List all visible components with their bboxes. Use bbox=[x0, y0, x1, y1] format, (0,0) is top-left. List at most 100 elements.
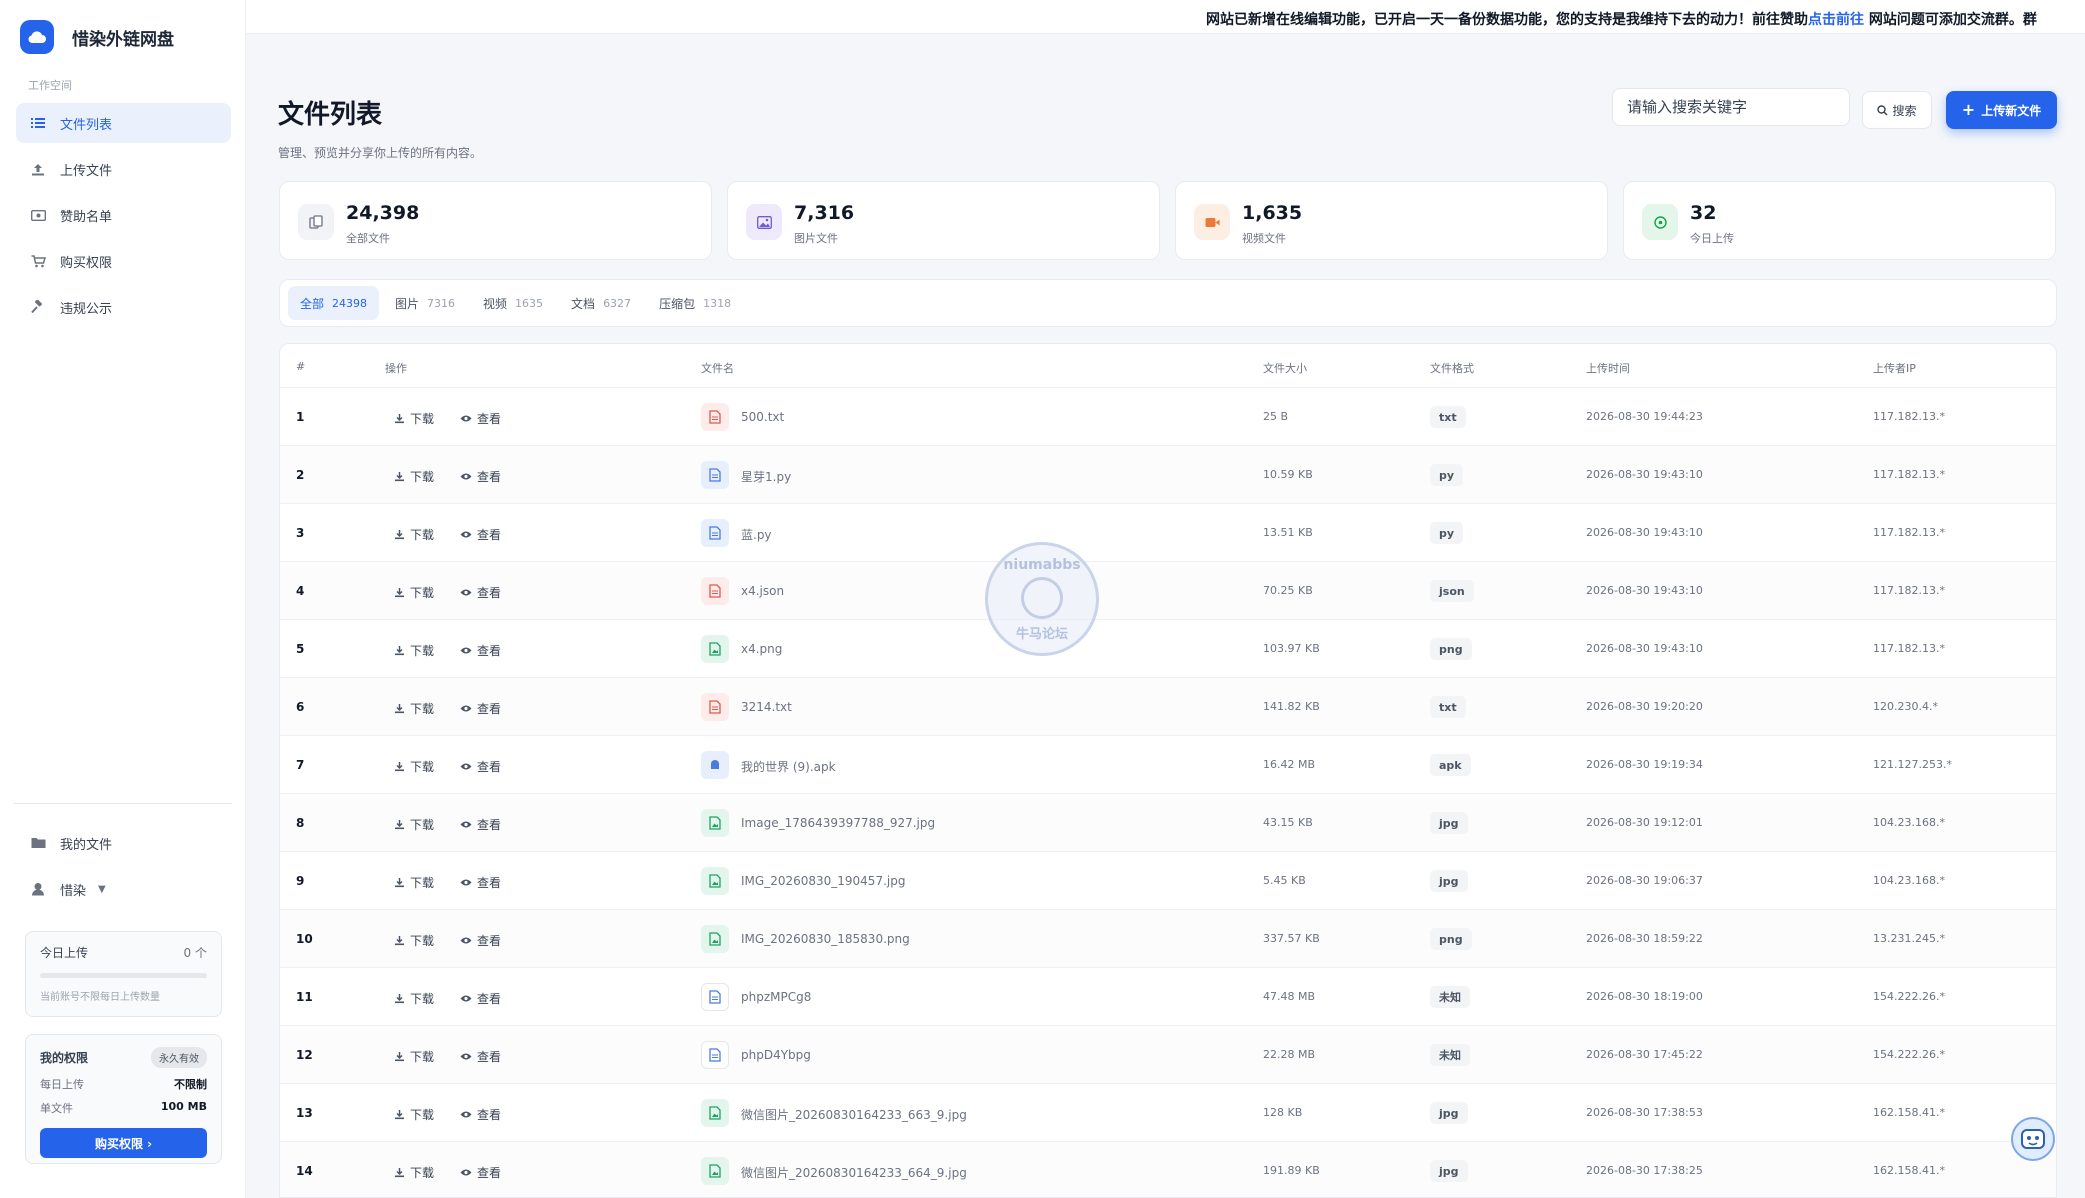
download-button[interactable]: 下载 bbox=[394, 468, 434, 485]
view-button[interactable]: 查看 bbox=[460, 584, 501, 601]
sidebar: 惜染外链网盘 工作空间 文件列表 上传文件 赞助名单 购买权限 违规公示 我的文… bbox=[0, 0, 246, 1198]
file-name[interactable]: IMG_20260830_190457.jpg bbox=[741, 874, 905, 888]
tab-archives[interactable]: 压缩包 1318 bbox=[647, 286, 743, 320]
file-format-badge: jpg bbox=[1430, 812, 1468, 834]
upload-new-file-button[interactable]: + 上传新文件 bbox=[1946, 91, 2057, 129]
view-button[interactable]: 查看 bbox=[460, 1106, 501, 1123]
view-button[interactable]: 查看 bbox=[460, 758, 501, 775]
download-button[interactable]: 下载 bbox=[394, 1048, 434, 1065]
file-name[interactable]: Image_1786439397788_927.jpg bbox=[741, 816, 935, 830]
view-button[interactable]: 查看 bbox=[460, 700, 501, 717]
column-header-filename[interactable]: 文件名 bbox=[701, 360, 734, 376]
download-label: 下载 bbox=[410, 644, 435, 658]
view-button[interactable]: 查看 bbox=[460, 874, 501, 891]
eye-icon bbox=[460, 530, 477, 539]
tab-videos[interactable]: 视频 1635 bbox=[471, 286, 555, 320]
tab-documents[interactable]: 文档 6327 bbox=[559, 286, 643, 320]
table-row[interactable]: 1 下载 查看 500.txt 25 B txt 2026-08-30 19:44:23 11… bbox=[280, 388, 2056, 446]
table-row[interactable]: 13 下载 查看 微信图片_20260830164233_663_9.jpg 128 K… bbox=[280, 1084, 2056, 1142]
table-row[interactable]: 11 下载 查看 phpzMPCg8 47.48 MB 未知 2026-08-30 18:1… bbox=[280, 968, 2056, 1026]
view-button[interactable]: 查看 bbox=[460, 642, 501, 659]
table-row[interactable]: 7 下载 查看 我的世界 (9).apk 16.42 MB apk 2026-08-30 1… bbox=[280, 736, 2056, 794]
search-input[interactable] bbox=[1612, 88, 1850, 126]
table-row[interactable]: 12 下载 查看 phpD4Ybpg 22.28 MB 未知 2026-08-30 17:4… bbox=[280, 1026, 2056, 1084]
download-icon bbox=[394, 703, 410, 714]
sidebar-item-sponsors[interactable]: 赞助名单 bbox=[16, 195, 231, 235]
table-row[interactable]: 6 下载 查看 3214.txt 141.82 KB txt 2026-08-30 19:2… bbox=[280, 678, 2056, 736]
view-button[interactable]: 查看 bbox=[460, 990, 501, 1007]
user-icon bbox=[30, 881, 46, 897]
download-button[interactable]: 下载 bbox=[394, 1164, 434, 1181]
file-name[interactable]: 星芽1.py bbox=[741, 468, 791, 485]
brand[interactable]: 惜染外链网盘 bbox=[20, 20, 174, 54]
table-row[interactable]: 2 下载 查看 星芽1.py 10.59 KB py 2026-08-30 19:43:10… bbox=[280, 446, 2056, 504]
view-button[interactable]: 查看 bbox=[460, 1048, 501, 1065]
view-button[interactable]: 查看 bbox=[460, 1164, 501, 1181]
file-name[interactable]: 我的世界 (9).apk bbox=[741, 758, 836, 775]
file-table: # 操作 文件名 文件大小 文件格式 上传时间 上传者IP 1 下载 查看 500.t… bbox=[279, 343, 2057, 1198]
tab-label: 全部 bbox=[300, 296, 325, 311]
file-name[interactable]: phpD4Ybpg bbox=[741, 1048, 811, 1062]
view-label: 查看 bbox=[477, 1166, 502, 1180]
upload-time: 2026-08-30 19:43:10 bbox=[1586, 642, 1703, 655]
view-button[interactable]: 查看 bbox=[460, 932, 501, 949]
download-button[interactable]: 下载 bbox=[394, 990, 434, 1007]
view-label: 查看 bbox=[477, 1050, 502, 1064]
sidebar-item-label: 违规公示 bbox=[60, 301, 113, 317]
watermark-bottom-text: 牛马论坛 bbox=[1015, 626, 1068, 642]
file-icon bbox=[701, 983, 729, 1011]
sidebar-item-my-files[interactable]: 我的文件 bbox=[16, 823, 231, 863]
tab-all[interactable]: 全部 24398 bbox=[288, 286, 380, 320]
download-button[interactable]: 下载 bbox=[394, 526, 434, 543]
eye-icon bbox=[460, 994, 477, 1003]
sidebar-item-file-list[interactable]: 文件列表 bbox=[16, 103, 231, 143]
column-header-time[interactable]: 上传时间 bbox=[1586, 360, 1630, 376]
download-button[interactable]: 下载 bbox=[394, 410, 434, 427]
announcement-pre: 网站已新增在线编辑功能，已开启一天一备份数据功能，您的支持是我维持下去的动力！前… bbox=[1206, 12, 1808, 28]
download-button[interactable]: 下载 bbox=[394, 816, 434, 833]
help-mascot-button[interactable] bbox=[2011, 1117, 2055, 1161]
file-name[interactable]: 微信图片_20260830164233_664_9.jpg bbox=[741, 1164, 967, 1181]
sidebar-item-upload[interactable]: 上传文件 bbox=[16, 149, 231, 189]
file-name[interactable]: x4.png bbox=[741, 642, 782, 656]
download-button[interactable]: 下载 bbox=[394, 584, 434, 601]
table-row[interactable]: 14 下载 查看 微信图片_20260830164233_664_9.jpg 191.8… bbox=[280, 1142, 2056, 1197]
table-row[interactable]: 9 下载 查看 IMG_20260830_190457.jpg 5.45 KB jpg 20… bbox=[280, 852, 2056, 910]
buy-permission-button[interactable]: 购买权限 › bbox=[40, 1128, 207, 1158]
upload-time: 2026-08-30 19:43:10 bbox=[1586, 468, 1703, 481]
table-row[interactable]: 10 下载 查看 IMG_20260830_185830.png 337.57 KB pn… bbox=[280, 910, 2056, 968]
column-header-size[interactable]: 文件大小 bbox=[1263, 360, 1307, 376]
table-row[interactable]: 5 下载 查看 x4.png 103.97 KB png 2026-08-30 19:43:… bbox=[280, 620, 2056, 678]
file-name[interactable]: 微信图片_20260830164233_663_9.jpg bbox=[741, 1106, 967, 1123]
download-button[interactable]: 下载 bbox=[394, 1106, 434, 1123]
tab-images[interactable]: 图片 7316 bbox=[383, 286, 467, 320]
today-icon bbox=[1642, 204, 1678, 240]
filter-tabs: 全部 24398 图片 7316 视频 1635 文档 6327 压缩包 1318 bbox=[279, 279, 2057, 327]
download-button[interactable]: 下载 bbox=[394, 932, 434, 949]
upload-time: 2026-08-30 18:19:00 bbox=[1586, 990, 1703, 1003]
download-button[interactable]: 下载 bbox=[394, 700, 434, 717]
view-button[interactable]: 查看 bbox=[460, 410, 501, 427]
table-row[interactable]: 3 下载 查看 蓝.py 13.51 KB py 2026-08-30 19:43:10 11… bbox=[280, 504, 2056, 562]
view-button[interactable]: 查看 bbox=[460, 526, 501, 543]
view-button[interactable]: 查看 bbox=[460, 468, 501, 485]
download-button[interactable]: 下载 bbox=[394, 874, 434, 891]
file-name[interactable]: phpzMPCg8 bbox=[741, 990, 811, 1004]
table-row[interactable]: 8 下载 查看 Image_1786439397788_927.jpg 43.15 KB… bbox=[280, 794, 2056, 852]
file-name[interactable]: 蓝.py bbox=[741, 526, 772, 543]
file-name[interactable]: 3214.txt bbox=[741, 700, 792, 714]
file-name[interactable]: 500.txt bbox=[741, 410, 784, 424]
file-name[interactable]: IMG_20260830_185830.png bbox=[741, 932, 910, 946]
file-name[interactable]: x4.json bbox=[741, 584, 784, 598]
view-label: 查看 bbox=[477, 528, 502, 542]
user-menu[interactable]: 惜染 ▼ bbox=[16, 869, 231, 909]
table-row[interactable]: 4 下载 查看 x4.json 70.25 KB json 2026-08-30 19:43… bbox=[280, 562, 2056, 620]
download-button[interactable]: 下载 bbox=[394, 642, 434, 659]
announcement-link[interactable]: 点击前往 bbox=[1808, 12, 1864, 28]
search-button[interactable]: 搜索 bbox=[1862, 91, 1932, 129]
download-button[interactable]: 下载 bbox=[394, 758, 434, 775]
sidebar-item-buy[interactable]: 购买权限 bbox=[16, 241, 231, 281]
view-button[interactable]: 查看 bbox=[460, 816, 501, 833]
column-header-format[interactable]: 文件格式 bbox=[1430, 360, 1474, 376]
sidebar-item-violations[interactable]: 违规公示 bbox=[16, 287, 231, 327]
